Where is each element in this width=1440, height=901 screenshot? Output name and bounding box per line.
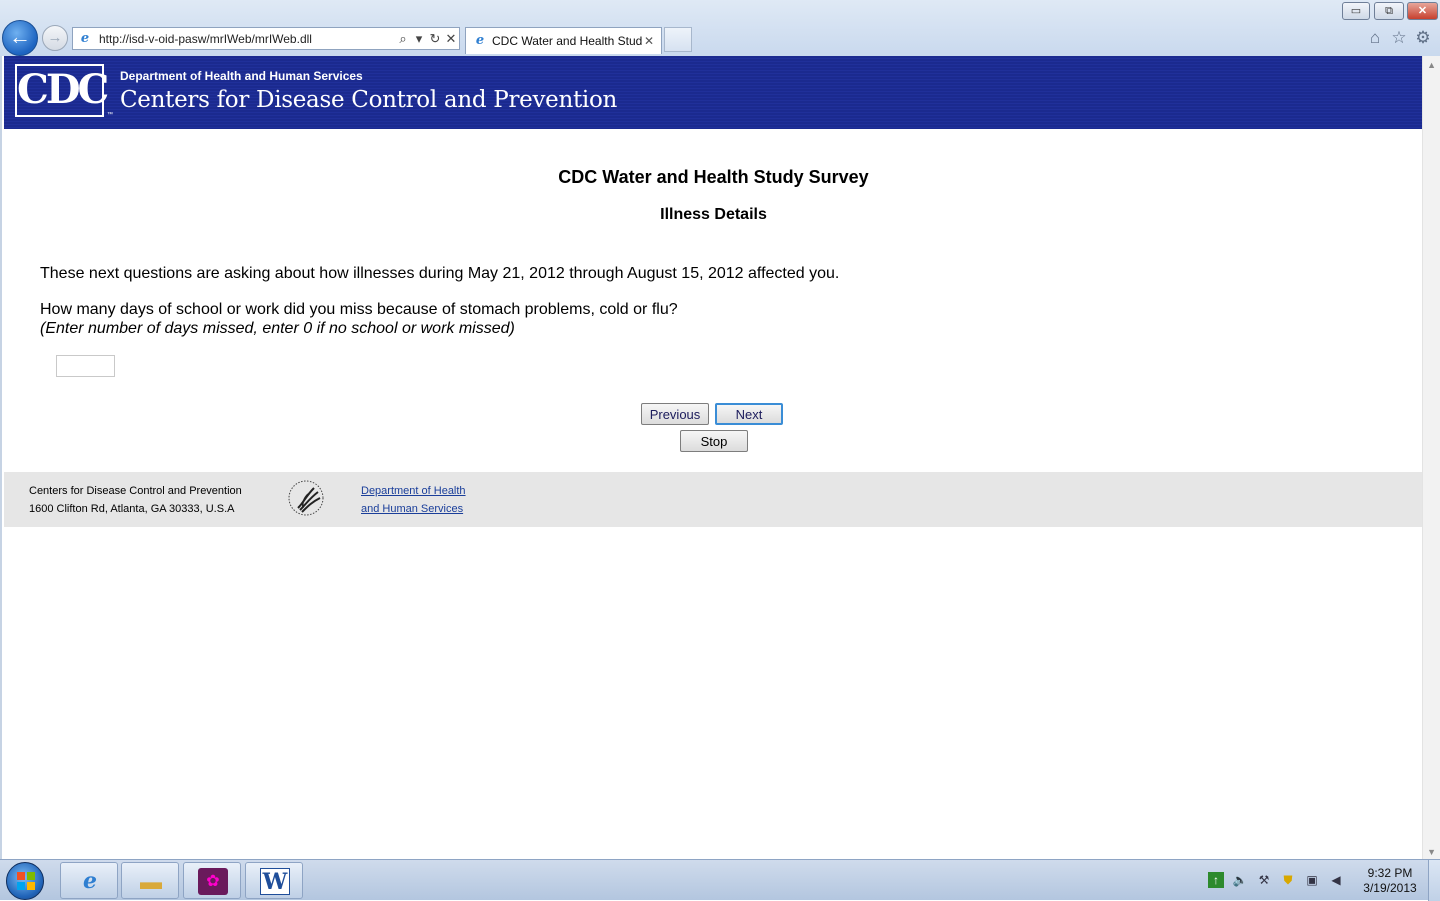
- ie-tab-icon: e: [475, 33, 485, 48]
- cdc-logo[interactable]: CDC: [15, 64, 109, 117]
- taskbar-media-app[interactable]: ✿: [183, 862, 241, 899]
- stop-loading-icon[interactable]: ✕: [443, 31, 459, 47]
- scroll-up-arrow-icon[interactable]: ▲: [1427, 60, 1436, 70]
- favorites-star-icon[interactable]: ☆: [1389, 28, 1409, 48]
- system-clock[interactable]: 9:32 PM 3/19/2013: [1355, 866, 1425, 896]
- browser-chrome: ▭ ⧉ ✕ ← → e http://isd-v-oid-pasw/mrIWeb…: [0, 0, 1440, 56]
- windows-taskbar: e ▬ ✿ W ↑ 🔈 ⚒ ⛊ ▣ ◀ 9:32 PM 3/19/2013: [0, 859, 1440, 901]
- window-close-button[interactable]: ✕: [1407, 2, 1438, 20]
- question-hint: (Enter number of days missed, enter 0 if…: [40, 320, 515, 337]
- address-bar[interactable]: e http://isd-v-oid-pasw/mrIWeb/mrIWeb.dl…: [72, 27, 460, 50]
- tab-title: CDC Water and Health Study: [492, 34, 642, 48]
- back-arrow-icon[interactable]: ←: [2, 20, 38, 56]
- stop-button[interactable]: Stop: [680, 430, 748, 452]
- intro-text: These next questions are asking about ho…: [40, 265, 840, 282]
- tool-icon[interactable]: ⚒: [1256, 872, 1272, 888]
- footer-org-name: Centers for Disease Control and Preventi…: [29, 485, 242, 497]
- survey-title: CDC Water and Health Study Survey: [558, 167, 869, 187]
- agency-name: Centers for Disease Control and Preventi…: [120, 87, 618, 113]
- taskbar-windows-explorer[interactable]: ▬: [121, 862, 179, 899]
- home-icon[interactable]: ⌂: [1365, 28, 1385, 48]
- previous-button[interactable]: Previous: [641, 403, 709, 425]
- window-maximize-button[interactable]: ⧉: [1374, 2, 1404, 20]
- tab-cdc-water-health[interactable]: e CDC Water and Health Study ✕: [465, 27, 662, 54]
- vertical-scrollbar[interactable]: ▲ ▼: [1422, 56, 1440, 859]
- network-icon[interactable]: ▣: [1304, 872, 1320, 888]
- hhs-link[interactable]: and Human Services: [361, 503, 463, 515]
- scroll-down-arrow-icon[interactable]: ▼: [1427, 847, 1436, 857]
- dropdown-arrow-icon[interactable]: ▾: [411, 31, 427, 47]
- refresh-icon[interactable]: ↻: [427, 31, 443, 47]
- clock-time: 9:32 PM: [1367, 866, 1413, 880]
- show-desktop-button[interactable]: [1428, 860, 1440, 901]
- footer-address: 1600 Clifton Rd, Atlanta, GA 30333, U.S.…: [29, 503, 235, 515]
- volume-icon[interactable]: ◀: [1328, 872, 1344, 888]
- ie-page-icon: e: [80, 30, 90, 46]
- address-url[interactable]: http://isd-v-oid-pasw/mrIWeb/mrIWeb.dll: [99, 32, 395, 46]
- system-tray: ↑ 🔈 ⚒ ⛊ ▣ ◀: [1208, 872, 1344, 890]
- taskbar-internet-explorer[interactable]: e: [60, 862, 118, 899]
- next-button[interactable]: Next: [715, 403, 783, 425]
- page-viewport: CDC ™ Department of Health and Human Ser…: [0, 56, 1440, 859]
- hhs-link[interactable]: Department of Health: [361, 485, 466, 497]
- hhs-eagle-logo-icon: [288, 480, 324, 516]
- clock-date: 3/19/2013: [1363, 881, 1417, 895]
- tab-close-icon[interactable]: ✕: [642, 34, 656, 48]
- search-icon[interactable]: ⌕: [395, 31, 411, 47]
- question-text: How many days of school or work did you …: [40, 301, 678, 318]
- days-missed-input[interactable]: [56, 355, 115, 377]
- network-update-icon[interactable]: ↑: [1208, 872, 1224, 888]
- section-title: Illness Details: [660, 206, 767, 223]
- new-tab-button[interactable]: [664, 27, 692, 52]
- windows-logo-icon: [17, 872, 35, 890]
- cdc-header-banner: CDC ™ Department of Health and Human Ser…: [4, 56, 1423, 129]
- word-icon: W: [260, 868, 290, 895]
- department-name: Department of Health and Human Services: [120, 69, 363, 83]
- forward-arrow-icon[interactable]: →: [42, 25, 68, 51]
- speaker-alert-icon[interactable]: 🔈: [1232, 872, 1248, 888]
- start-button[interactable]: [6, 862, 44, 900]
- page-footer: Centers for Disease Control and Preventi…: [4, 472, 1423, 527]
- gear-icon[interactable]: ⚙: [1413, 28, 1433, 48]
- media-app-icon: ✿: [198, 868, 228, 895]
- security-shield-icon[interactable]: ⛊: [1280, 872, 1296, 888]
- window-minimize-button[interactable]: ▭: [1342, 2, 1370, 20]
- folder-icon: ▬: [140, 869, 162, 894]
- internet-explorer-icon: e: [83, 868, 97, 894]
- taskbar-microsoft-word[interactable]: W: [245, 862, 303, 899]
- trademark-mark: ™: [107, 112, 113, 118]
